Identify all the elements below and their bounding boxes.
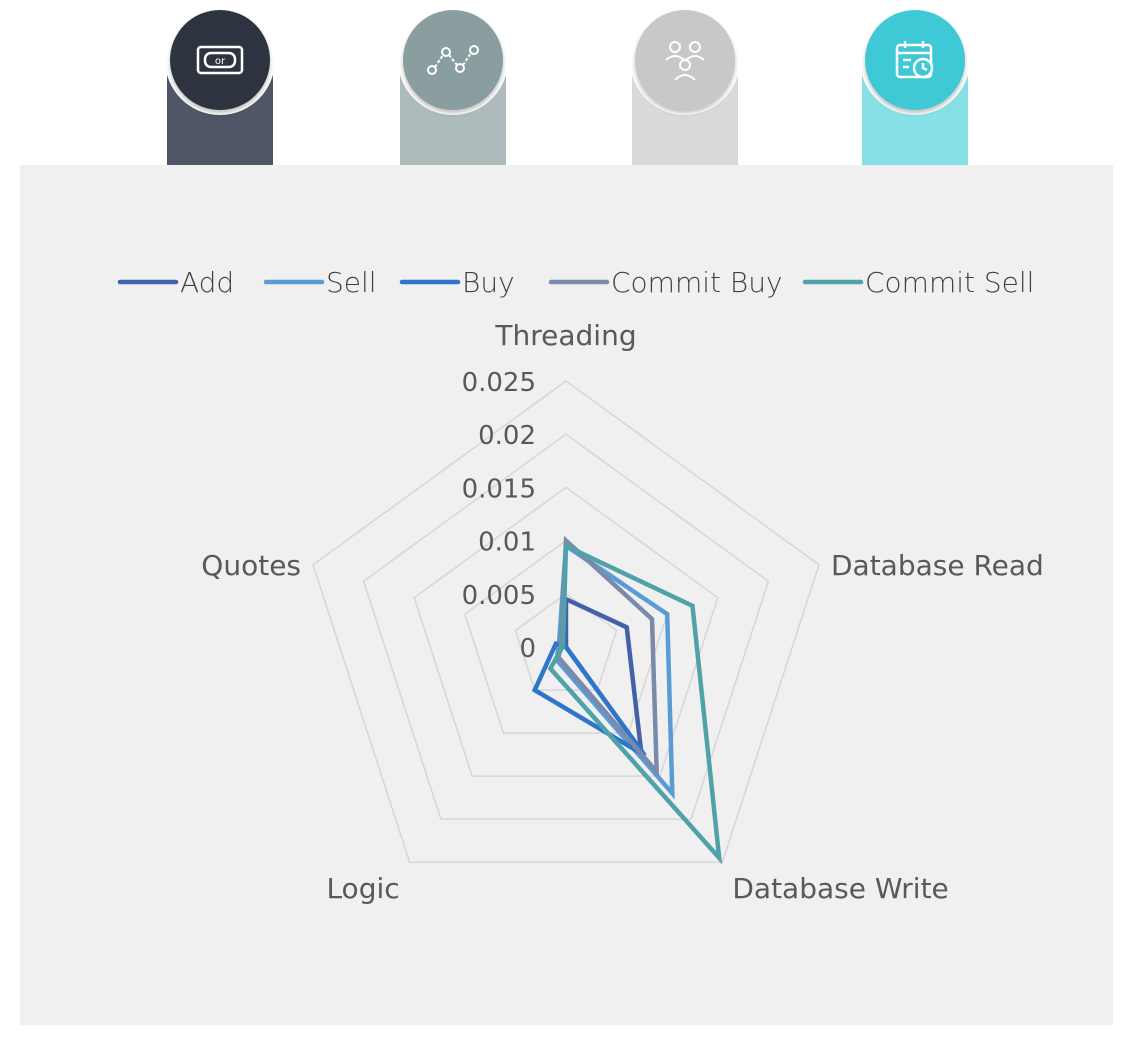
tick-label: 0.005	[462, 581, 536, 611]
axis-label-database-write: Database Write	[732, 872, 948, 905]
axis-label-threading: Threading	[494, 319, 636, 352]
axis-label-quotes: Quotes	[201, 549, 301, 582]
tick-label: 0.025	[462, 368, 536, 398]
radar-chart: 0 0.005 0.01 0.015 0.02 0.025 Threading Databas…	[117, 266, 1044, 905]
axis-label-logic: Logic	[326, 872, 399, 905]
legend-label: Buy	[462, 266, 515, 299]
legend-label: Commit Sell	[865, 266, 1034, 299]
tick-label: 0	[519, 634, 536, 664]
tick-label: 0.01	[478, 528, 536, 558]
legend-label: Add	[180, 266, 234, 299]
axis-label-database-read: Database Read	[831, 549, 1044, 582]
tick-label: 0.02	[478, 421, 536, 451]
tick-label: 0.015	[462, 474, 536, 504]
legend-label: Commit Buy	[611, 266, 783, 299]
legend-label: Sell	[326, 266, 377, 299]
